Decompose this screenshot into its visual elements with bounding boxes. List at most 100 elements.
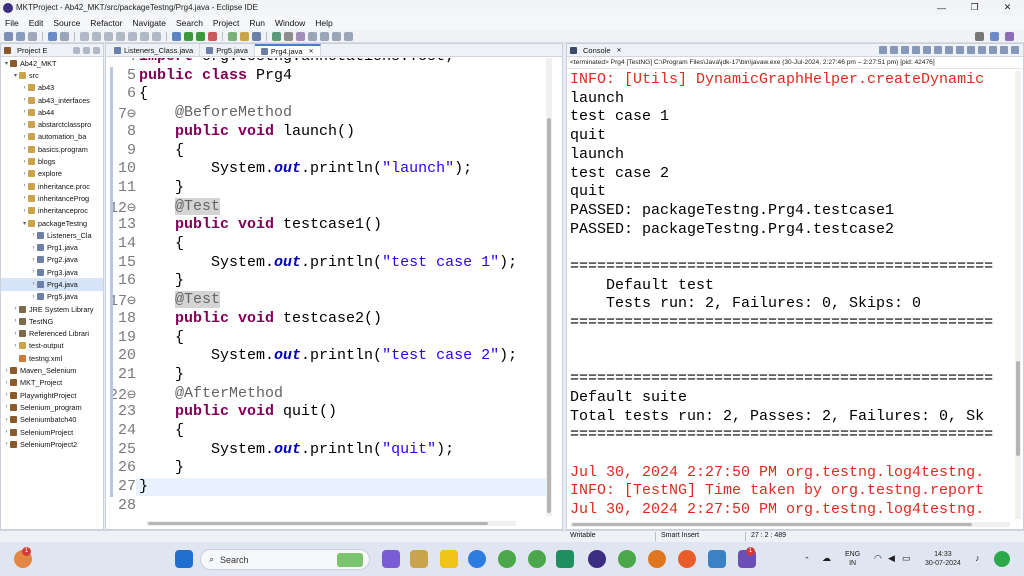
menu-help[interactable]: Help bbox=[310, 18, 337, 28]
project-explorer-tab[interactable]: Project E bbox=[17, 46, 47, 55]
console-tab[interactable]: Console bbox=[583, 46, 611, 55]
step-into-icon[interactable] bbox=[128, 31, 137, 41]
clear-console-icon[interactable] bbox=[912, 46, 920, 54]
taskbar-search[interactable]: ⌕ Search bbox=[200, 549, 370, 570]
back-icon[interactable] bbox=[320, 31, 329, 41]
menu-source[interactable]: Source bbox=[48, 18, 85, 28]
chrome-icon-2[interactable] bbox=[528, 550, 546, 568]
expand-toggle-icon[interactable]: › bbox=[21, 146, 28, 152]
expand-toggle-icon[interactable]: › bbox=[30, 269, 37, 275]
expand-toggle-icon[interactable]: › bbox=[12, 331, 19, 337]
toggle-mark-icon[interactable] bbox=[296, 31, 305, 41]
menu-refactor[interactable]: Refactor bbox=[85, 18, 127, 28]
show-on-output-icon[interactable] bbox=[945, 46, 953, 54]
open-type-icon[interactable] bbox=[272, 31, 281, 41]
remove-launch-icon[interactable] bbox=[890, 46, 898, 54]
menu-run[interactable]: Run bbox=[244, 18, 270, 28]
apps-icon[interactable] bbox=[410, 550, 428, 568]
expand-toggle-icon[interactable]: › bbox=[21, 171, 28, 177]
tab-prg5[interactable]: Prg5.java bbox=[200, 44, 255, 56]
copilot-icon[interactable] bbox=[994, 551, 1010, 567]
tree-item[interactable]: › inheritanceproc bbox=[1, 205, 103, 217]
coverage-icon[interactable] bbox=[196, 31, 205, 41]
close-console-icon[interactable]: ✕ bbox=[617, 47, 622, 54]
tree-item[interactable]: › ab43 bbox=[1, 82, 103, 94]
tree-item[interactable]: › ab44 bbox=[1, 106, 103, 118]
minimize-button[interactable]: — bbox=[925, 0, 958, 15]
tree-item[interactable]: › explore bbox=[1, 168, 103, 180]
pin-editor-icon[interactable] bbox=[344, 31, 353, 41]
postman-icon[interactable] bbox=[678, 550, 696, 568]
tree-item[interactable]: › test-output bbox=[1, 340, 103, 352]
tree-item[interactable]: › automation_ba bbox=[1, 131, 103, 143]
tree-item[interactable]: › JRE System Library bbox=[1, 303, 103, 315]
tree-item[interactable]: › TestNG bbox=[1, 315, 103, 327]
wifi-icon[interactable]: ◠ bbox=[874, 554, 882, 563]
annotation-nav-icon[interactable] bbox=[308, 31, 317, 41]
tree-item[interactable]: › Seleniumbatch40 bbox=[1, 414, 103, 426]
edge-icon[interactable] bbox=[556, 550, 574, 568]
editor-vertical-scrollbar[interactable] bbox=[546, 58, 552, 516]
tree-item[interactable]: › PlaywrightProject bbox=[1, 389, 103, 401]
tree-item[interactable]: › SeleniumProject2 bbox=[1, 438, 103, 450]
quick-search-icon[interactable] bbox=[975, 32, 984, 41]
terminal-icon[interactable] bbox=[48, 31, 57, 41]
word-wrap-icon[interactable] bbox=[934, 46, 942, 54]
tree-item[interactable]: › ab43_interfaces bbox=[1, 94, 103, 106]
battery-icon[interactable]: ▭ bbox=[902, 554, 911, 563]
expand-toggle-icon[interactable]: › bbox=[30, 245, 37, 251]
tree-item[interactable]: › blogs bbox=[1, 155, 103, 167]
java-perspective-icon[interactable] bbox=[1005, 32, 1014, 41]
external-tools-icon[interactable] bbox=[208, 31, 217, 41]
tree-item[interactable]: › inheritance.proc bbox=[1, 180, 103, 192]
expand-toggle-icon[interactable]: › bbox=[3, 380, 10, 386]
expand-toggle-icon[interactable]: › bbox=[21, 183, 28, 189]
cloud-icon[interactable]: ☁ bbox=[822, 554, 831, 563]
terminate-console-icon[interactable] bbox=[879, 46, 887, 54]
expand-toggle-icon[interactable]: › bbox=[3, 417, 10, 423]
file-explorer-icon[interactable] bbox=[440, 550, 458, 568]
search-toolbar-icon[interactable] bbox=[284, 31, 293, 41]
menu-edit[interactable]: Edit bbox=[24, 18, 49, 28]
pin-console-icon[interactable] bbox=[967, 46, 975, 54]
zoom-icon[interactable] bbox=[468, 550, 486, 568]
expand-toggle-icon[interactable]: › bbox=[3, 441, 10, 447]
volume-icon[interactable]: ◀ bbox=[888, 554, 895, 563]
forward-icon[interactable] bbox=[332, 31, 341, 41]
expand-toggle-icon[interactable]: › bbox=[3, 368, 10, 374]
perspective-icon[interactable] bbox=[990, 32, 999, 41]
tree-item[interactable]: › MKT_Project bbox=[1, 377, 103, 389]
chrome-icon-1[interactable] bbox=[498, 550, 516, 568]
expand-toggle-icon[interactable]: › bbox=[21, 159, 28, 165]
tree-item[interactable]: › abstarctclasspro bbox=[1, 118, 103, 130]
editor-horizontal-scrollbar[interactable] bbox=[146, 521, 516, 526]
expand-toggle-icon[interactable]: › bbox=[12, 343, 19, 349]
suspend-icon[interactable] bbox=[92, 31, 101, 41]
collapse-all-icon[interactable] bbox=[73, 46, 80, 54]
menu-file[interactable]: File bbox=[0, 18, 24, 28]
tree-item[interactable]: ▾ src bbox=[1, 69, 103, 81]
tree-item[interactable]: › Prg4.java bbox=[1, 278, 103, 291]
tree-item[interactable]: › Listeners_Cla bbox=[1, 229, 103, 241]
tree-item[interactable]: › Maven_Selenium bbox=[1, 364, 103, 376]
code-area[interactable]: 4import org.testng.annotations.Test;5pub… bbox=[106, 58, 546, 516]
expand-toggle-icon[interactable]: › bbox=[21, 208, 28, 214]
language-indicator[interactable]: ENG IN bbox=[845, 550, 860, 568]
close-tab-icon[interactable]: ✕ bbox=[309, 48, 314, 55]
show-on-error-icon[interactable] bbox=[956, 46, 964, 54]
expand-toggle-icon[interactable]: › bbox=[3, 404, 10, 410]
save-all-icon[interactable] bbox=[28, 31, 37, 41]
tree-item[interactable]: › Prg2.java bbox=[1, 254, 103, 266]
notepad-icon[interactable] bbox=[708, 550, 726, 568]
tree-item[interactable]: › Prg1.java bbox=[1, 241, 103, 253]
remove-all-icon[interactable] bbox=[901, 46, 909, 54]
expand-toggle-icon[interactable]: ▾ bbox=[3, 60, 10, 67]
expand-toggle-icon[interactable]: › bbox=[21, 109, 28, 115]
new-icon[interactable] bbox=[4, 31, 13, 41]
console-vertical-scrollbar[interactable] bbox=[1015, 71, 1021, 519]
menu-search[interactable]: Search bbox=[171, 18, 208, 28]
maximize-view-icon[interactable] bbox=[1011, 46, 1019, 54]
save-icon[interactable] bbox=[16, 31, 25, 41]
chat-app-icon[interactable] bbox=[382, 550, 400, 568]
expand-toggle-icon[interactable]: › bbox=[3, 392, 10, 398]
